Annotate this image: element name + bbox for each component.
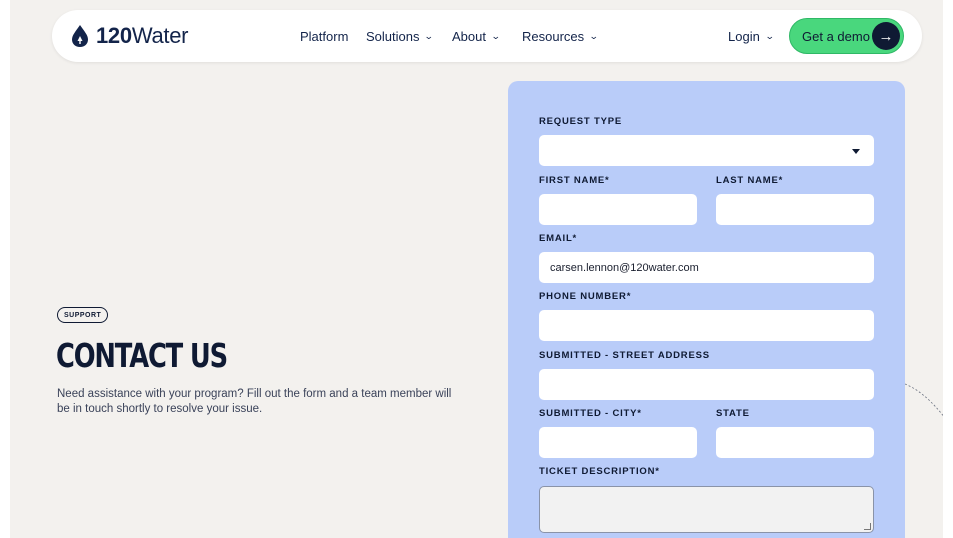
chevron-down-icon: ⌄ — [589, 30, 599, 41]
nav-item-about[interactable]: About ⌄ — [452, 29, 522, 44]
phone-field[interactable] — [539, 310, 874, 341]
nav-item-platform[interactable]: Platform — [300, 29, 366, 44]
street-label: SUBMITTED - STREET ADDRESS — [539, 350, 710, 361]
page-description: Need assistance with your program? Fill … — [57, 388, 452, 415]
contact-form: REQUEST TYPE FIRST NAME* LAST NAME* EMAI… — [508, 81, 905, 538]
nav-item-label: Solutions — [366, 28, 420, 44]
nav-item-label: About — [452, 28, 486, 44]
get-demo-button[interactable]: Get a demo → — [789, 18, 904, 54]
city-field[interactable] — [539, 427, 697, 458]
top-nav: 120Water Platform Solutions ⌄ About ⌄ Re… — [52, 10, 922, 62]
first-name-label: FIRST NAME* — [539, 175, 610, 186]
email-value: carsen.lennon@120water.com — [550, 261, 699, 274]
ticket-description-textarea[interactable] — [539, 486, 874, 533]
street-field[interactable] — [539, 369, 874, 400]
ticket-description-label: TICKET DESCRIPTION* — [539, 466, 660, 477]
chevron-down-icon: ⌄ — [490, 30, 501, 41]
water-drop-icon — [72, 25, 88, 47]
page: 120Water Platform Solutions ⌄ About ⌄ Re… — [10, 0, 943, 538]
nav-item-label: Platform — [300, 28, 349, 44]
nav-item-resources[interactable]: Resources ⌄ — [522, 29, 612, 44]
email-field[interactable]: carsen.lennon@120water.com — [539, 252, 874, 283]
caret-down-icon — [852, 149, 860, 154]
support-badge: SUPPORT — [57, 307, 109, 323]
logo[interactable]: 120Water — [70, 22, 188, 50]
state-field[interactable] — [716, 427, 874, 458]
city-label: SUBMITTED - CITY* — [539, 408, 642, 419]
arrow-right-icon: → — [872, 22, 900, 50]
state-label: STATE — [716, 408, 750, 419]
chevron-down-icon: ⌄ — [424, 30, 435, 41]
request-type-select[interactable] — [539, 135, 874, 166]
login-label: Login — [728, 28, 760, 44]
decorative-dashed-curve — [905, 383, 943, 417]
chevron-down-icon: ⌄ — [764, 30, 775, 41]
nav-links: Platform Solutions ⌄ About ⌄ Resources ⌄ — [300, 10, 612, 62]
get-demo-label: Get a demo — [802, 28, 870, 44]
resize-handle-icon[interactable] — [864, 523, 871, 530]
last-name-label: LAST NAME* — [716, 175, 784, 186]
page-title: CONTACT US — [56, 336, 228, 375]
last-name-field[interactable] — [716, 194, 874, 225]
phone-label: PHONE NUMBER* — [539, 291, 632, 302]
first-name-field[interactable] — [539, 194, 697, 225]
nav-item-solutions[interactable]: Solutions ⌄ — [366, 29, 452, 44]
nav-item-label: Resources — [522, 28, 585, 44]
request-type-label: REQUEST TYPE — [539, 116, 622, 127]
email-label: EMAIL* — [539, 233, 578, 244]
login-menu[interactable]: Login ⌄ — [728, 10, 775, 62]
logo-text: 120Water — [96, 23, 189, 48]
